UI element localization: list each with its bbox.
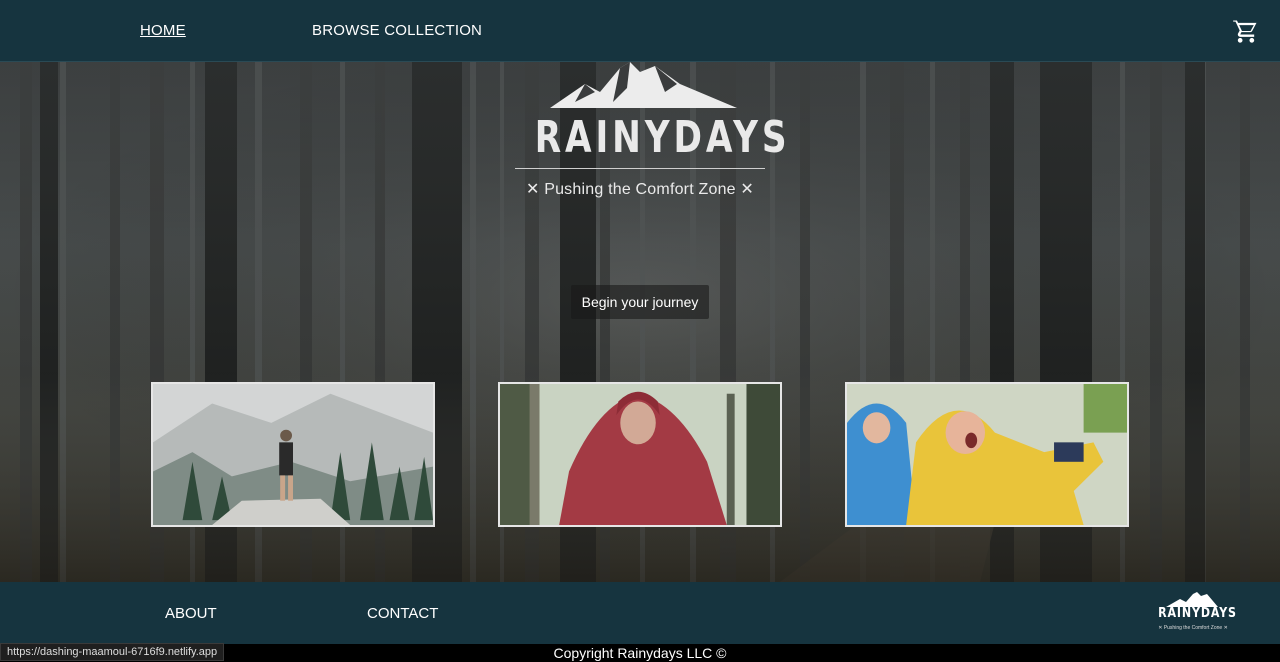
logo-divider: [515, 168, 765, 169]
mountain-icon: [550, 62, 737, 108]
brand-wordmark: RAINYDAYS: [534, 112, 791, 163]
hiker-on-rock-mountain-photo[interactable]: [151, 382, 435, 527]
footer-about-link[interactable]: ABOUT: [165, 605, 217, 622]
browser-status-url: https://dashing-maamoul-6716f9.netlify.a…: [0, 643, 225, 661]
footer-contact-link[interactable]: CONTACT: [367, 605, 438, 622]
children-rain-coats-photo[interactable]: [845, 382, 1129, 527]
nav-browse-collection-link[interactable]: BROWSE COLLECTION: [312, 22, 482, 39]
footer: ABOUT CONTACT RAINYDAYS ✕ Pushing the Co…: [0, 582, 1280, 644]
shopping-cart-icon[interactable]: [1232, 17, 1260, 45]
nav-home-link[interactable]: HOME: [140, 22, 186, 39]
woman-red-rain-jacket-photo[interactable]: [498, 382, 782, 527]
brand-tagline: ✕ Pushing the Comfort Zone ✕: [525, 181, 755, 198]
rainydays-logo[interactable]: RAINYDAYS ✕ Pushing the Comfort Zone ✕: [505, 62, 791, 202]
footer-logo[interactable]: RAINYDAYS ✕ Pushing the Comfort Zone ✕: [1152, 592, 1237, 636]
top-navigation: HOME BROWSE COLLECTION: [0, 0, 1280, 62]
footer-brand-tagline: ✕ Pushing the Comfort Zone ✕: [1158, 625, 1228, 631]
begin-journey-button[interactable]: Begin your journey: [571, 285, 709, 319]
footer-brand-wordmark: RAINYDAYS: [1158, 606, 1237, 621]
